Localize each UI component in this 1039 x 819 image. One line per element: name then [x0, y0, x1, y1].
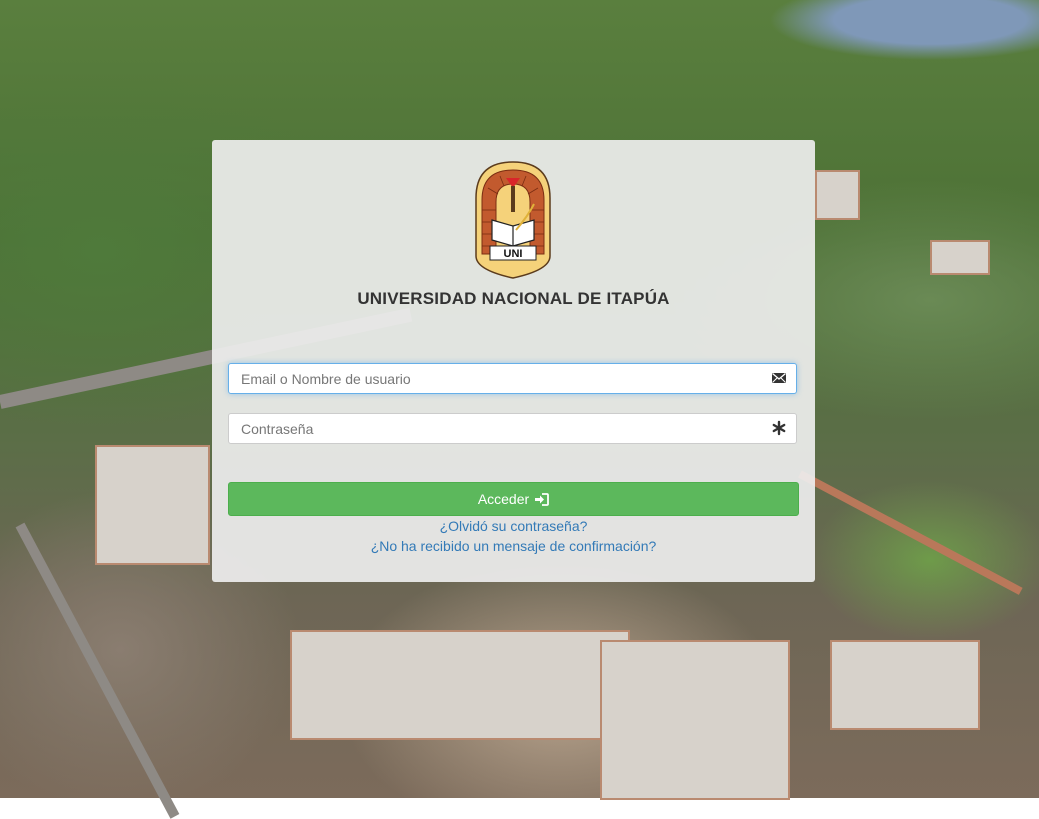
university-logo: UNI [475, 161, 551, 279]
background-building [95, 445, 210, 565]
background-building [930, 240, 990, 275]
page-title: UNIVERSIDAD NACIONAL DE ITAPÚA [357, 289, 670, 308]
background-road [15, 522, 180, 819]
username-field[interactable] [228, 363, 797, 394]
sign-in-icon [535, 492, 550, 506]
login-button[interactable]: Acceder [228, 482, 799, 516]
background-building [830, 640, 980, 730]
background-building [815, 170, 860, 220]
asterisk-icon [772, 420, 786, 436]
background-dirt-road [798, 470, 1023, 595]
resend-confirmation-link[interactable]: ¿No ha recibido un mensaje de confirmaci… [212, 538, 815, 554]
login-panel: UNI UNIVERSIDAD NACIONAL DE ITAPÚA Acced… [212, 140, 815, 582]
forgot-password-link[interactable]: ¿Olvidó su contraseña? [212, 518, 815, 534]
username-input[interactable] [241, 364, 761, 393]
password-field[interactable] [228, 413, 797, 444]
logo-wordmark: UNI [504, 248, 523, 260]
envelope-icon [772, 373, 786, 383]
background-building [290, 630, 630, 740]
login-button-label: Acceder [477, 491, 530, 507]
password-input[interactable] [241, 414, 761, 443]
background-building [600, 640, 790, 800]
